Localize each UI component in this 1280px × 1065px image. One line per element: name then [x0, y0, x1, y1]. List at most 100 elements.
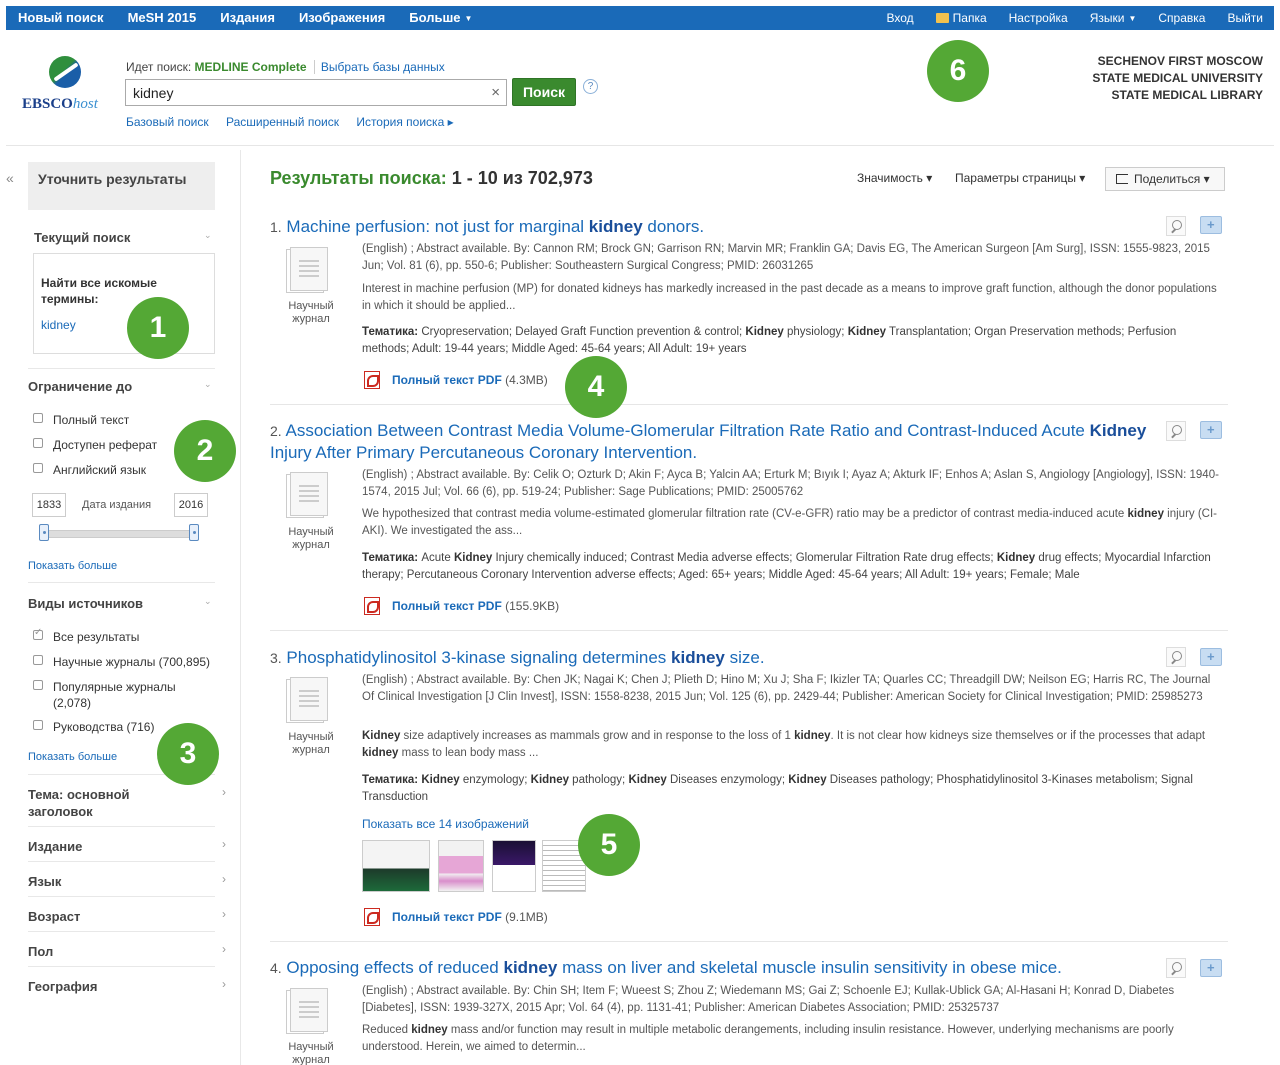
add-to-folder-icon[interactable] — [1200, 648, 1222, 666]
slider-handle-end[interactable] — [189, 524, 199, 541]
pub-type-line: Научный — [288, 1041, 334, 1053]
topnav-publications[interactable]: Издания — [208, 6, 287, 30]
slider-handle-start[interactable] — [39, 524, 49, 541]
add-to-folder-icon[interactable] — [1200, 216, 1222, 234]
magazines-label[interactable]: Популярные журналы — [53, 680, 176, 694]
chevron-down-icon[interactable]: ⌄ — [204, 379, 212, 390]
image-thumbnail[interactable] — [438, 840, 484, 892]
preview-magnifier-icon[interactable] — [1166, 647, 1186, 667]
search-button[interactable]: Поиск — [512, 78, 576, 106]
result-number: 1. — [270, 219, 282, 235]
preview-magnifier-icon[interactable] — [1166, 958, 1186, 978]
abstract-text: We hypothesized that contrast media volu… — [362, 508, 1128, 520]
highlight-term: Kidney — [362, 730, 401, 742]
english-language-checkbox[interactable] — [33, 463, 43, 473]
guidelines-checkbox[interactable] — [33, 720, 43, 730]
pdf-full-text-link[interactable]: Полный текст PDF — [392, 599, 502, 613]
facet-publication[interactable]: Издание — [28, 839, 82, 854]
result-3-title[interactable]: 3. Phosphatidylinositol 3-kinase signali… — [270, 647, 1150, 669]
ebscohost-logo[interactable]: EBSCOhost — [22, 56, 112, 116]
subjects-text: physiology; — [783, 326, 848, 338]
all-results-checkbox[interactable] — [33, 627, 43, 640]
academic-journals-label[interactable]: Научные журналы (700,895) — [53, 655, 210, 669]
facet-language[interactable]: Язык — [28, 874, 61, 889]
chevron-down-icon[interactable]: ⌄ — [204, 230, 212, 241]
date-to-input[interactable]: 2016 — [174, 493, 208, 517]
add-to-folder-icon[interactable] — [1200, 421, 1222, 439]
preview-magnifier-icon[interactable] — [1166, 216, 1186, 236]
page-options-dropdown[interactable]: Параметры страницы ▾ — [955, 171, 1085, 185]
all-results-label[interactable]: Все результаты — [53, 630, 139, 644]
facet-age[interactable]: Возраст — [28, 909, 80, 924]
guidelines-label[interactable]: Руководства (716) — [53, 720, 154, 734]
show-more-sources-link[interactable]: Показать больше — [28, 751, 117, 763]
collapse-sidebar-icon[interactable]: « — [6, 170, 14, 186]
title-text: Opposing effects of reduced — [286, 958, 504, 977]
advanced-search-link[interactable]: Расширенный поиск — [226, 115, 339, 129]
source-types-heading[interactable]: Виды источников — [28, 596, 143, 611]
topnav-images[interactable]: Изображения — [287, 6, 397, 30]
facet-geography[interactable]: География — [28, 979, 97, 994]
logo-main-text: EBSCO — [22, 96, 73, 112]
topnav-preferences[interactable]: Настройка — [998, 6, 1079, 30]
chevron-right-icon[interactable]: › — [222, 785, 226, 799]
topnav-help[interactable]: Справка — [1147, 6, 1216, 30]
result-3-pdf[interactable]: Полный текст PDF (9.1MB) — [362, 907, 548, 926]
topnav-mesh[interactable]: MeSH 2015 — [116, 6, 209, 30]
abstract-available-checkbox[interactable] — [33, 438, 43, 448]
chevron-right-icon[interactable]: › — [222, 942, 226, 956]
result-2-title[interactable]: 2. Association Between Contrast Media Vo… — [270, 420, 1150, 463]
show-more-limits-link[interactable]: Показать больше — [28, 560, 117, 572]
topnav-folder[interactable]: Папка — [925, 6, 998, 30]
result-4-title[interactable]: 4. Opposing effects of reduced kidney ma… — [270, 957, 1150, 979]
search-input[interactable] — [126, 80, 476, 105]
academic-journal-icon — [286, 677, 332, 723]
abstract-available-label[interactable]: Доступен реферат — [53, 438, 157, 452]
topnav-languages[interactable]: Языки ▼ — [1079, 6, 1148, 31]
show-all-images-link[interactable]: Показать все 14 изображений — [362, 817, 529, 831]
academic-journals-checkbox[interactable] — [33, 655, 43, 665]
share-icon — [1116, 174, 1128, 184]
result-2-pdf[interactable]: Полный текст PDF (155.9KB) — [362, 596, 559, 615]
result-1-title[interactable]: 1. Machine perfusion: not just for margi… — [270, 216, 1150, 238]
magazines-checkbox[interactable] — [33, 680, 43, 690]
image-thumbnail[interactable] — [362, 840, 430, 892]
date-from-input[interactable]: 1833 — [32, 493, 66, 517]
chevron-right-icon[interactable]: › — [222, 977, 226, 991]
clear-search-icon[interactable]: × — [491, 84, 500, 101]
topnav-more[interactable]: Больше ▼ — [397, 6, 484, 31]
date-range-slider[interactable] — [44, 530, 194, 538]
divider — [28, 368, 215, 369]
full-text-label[interactable]: Полный текст — [53, 413, 129, 427]
current-search-term[interactable]: kidney — [41, 318, 76, 332]
result-1-pdf[interactable]: Полный текст PDF (4.3MB) — [362, 370, 548, 389]
topnav-exit[interactable]: Выйти — [1216, 6, 1274, 30]
current-search-heading[interactable]: Текущий поиск — [34, 230, 130, 245]
image-thumbnail[interactable] — [492, 840, 536, 892]
chevron-right-icon[interactable]: › — [222, 872, 226, 886]
result-divider — [270, 630, 1228, 631]
preview-magnifier-icon[interactable] — [1166, 421, 1186, 441]
add-to-folder-icon[interactable] — [1200, 959, 1222, 977]
pdf-full-text-link[interactable]: Полный текст PDF — [392, 373, 502, 387]
chevron-right-icon[interactable]: › — [222, 837, 226, 851]
full-text-checkbox[interactable] — [33, 413, 43, 423]
facet-subject-major-line2[interactable]: заголовок — [28, 804, 93, 819]
sort-relevance-dropdown[interactable]: Значимость ▾ — [857, 171, 932, 185]
choose-databases-link[interactable]: Выбрать базы данных — [313, 60, 445, 74]
facet-gender[interactable]: Пол — [28, 944, 53, 959]
chevron-down-icon[interactable]: ⌄ — [204, 596, 212, 607]
pdf-icon — [362, 907, 380, 926]
search-history-link[interactable]: История поиска ▸ — [356, 115, 453, 129]
chevron-right-icon[interactable]: › — [222, 907, 226, 921]
facet-subject-major[interactable]: Тема: основной — [28, 787, 130, 802]
topnav-new-search[interactable]: Новый поиск — [6, 6, 116, 30]
share-button[interactable]: Поделиться ▾ — [1105, 167, 1225, 191]
pdf-full-text-link[interactable]: Полный текст PDF — [392, 910, 502, 924]
help-icon[interactable]: ? — [583, 79, 598, 94]
subjects-label: Тематика: — [362, 774, 419, 786]
english-language-label[interactable]: Английский язык — [53, 463, 146, 477]
topnav-login[interactable]: Вход — [876, 6, 925, 30]
limit-to-heading[interactable]: Ограничение до — [28, 379, 132, 394]
basic-search-link[interactable]: Базовый поиск — [126, 115, 209, 129]
